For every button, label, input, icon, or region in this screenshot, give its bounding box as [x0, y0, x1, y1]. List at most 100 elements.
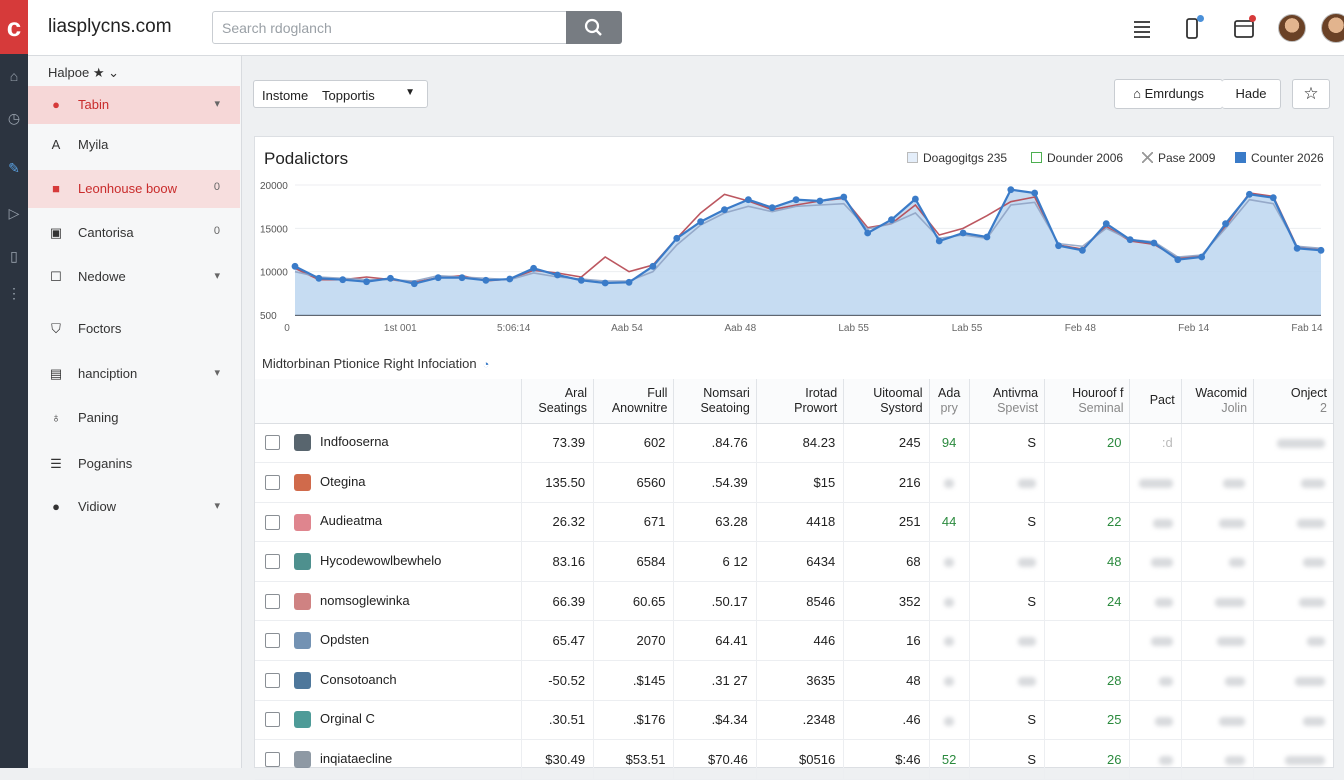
legend-item-0[interactable]: Doagogitgs 235 [907, 151, 1007, 165]
data-point[interactable] [410, 280, 418, 288]
table-row[interactable]: Otegina 135.50 6560 .54.39 $15 216 [255, 462, 1333, 503]
favorite-button[interactable]: ☆ [1292, 79, 1330, 109]
data-point[interactable] [888, 216, 895, 224]
table-row[interactable]: Indfooserna 73.39 602 .84.76 84.23 245 94 S 20:d [255, 423, 1333, 464]
more-rail-icon[interactable]: ⋮ [0, 285, 28, 302]
sidebar-item-3[interactable]: ▣ Cantorisa 0 [28, 214, 240, 252]
row-checkbox[interactable] [265, 712, 280, 728]
sidebar-item-8[interactable]: ☰ Poganins [28, 445, 240, 483]
data-point[interactable] [1126, 236, 1134, 244]
column-header-5[interactable]: Uitoomal Systord [843, 379, 930, 424]
row-name[interactable]: nomsoglewinka [320, 593, 410, 608]
data-point[interactable] [721, 206, 728, 214]
data-point[interactable] [1246, 190, 1253, 198]
table-row[interactable]: Consotoanch -50.52 .$145 .31 27 3635 48 28 [255, 660, 1333, 701]
data-point[interactable] [482, 276, 490, 284]
data-point[interactable] [1174, 256, 1182, 264]
column-header-7[interactable]: Antivma Spevist [968, 379, 1045, 424]
hade-button[interactable]: Hade [1222, 79, 1281, 109]
row-name[interactable]: Indfooserna [320, 434, 389, 449]
legend-item-3[interactable]: Counter 2026 [1235, 151, 1324, 165]
home-rail-icon[interactable]: ⌂ [0, 68, 28, 84]
column-header-1[interactable]: Aral Seatings [520, 379, 594, 424]
data-point[interactable] [530, 264, 538, 272]
app-logo[interactable]: c [0, 0, 28, 54]
row-name[interactable]: Opdsten [320, 632, 369, 647]
file-rail-icon[interactable]: ▯ [0, 248, 28, 265]
row-checkbox[interactable] [265, 554, 280, 570]
row-name[interactable]: inqiataecline [320, 751, 392, 766]
clock-rail-icon[interactable]: ◷ [0, 110, 28, 127]
data-point[interactable] [840, 193, 848, 201]
data-point[interactable] [768, 204, 776, 212]
search-input[interactable] [213, 12, 565, 43]
data-point[interactable] [363, 278, 370, 286]
data-point[interactable] [1222, 220, 1229, 228]
data-point[interactable] [959, 229, 967, 237]
table-row[interactable]: Opdsten 65.47 2070 64.41 446 16 [255, 620, 1333, 662]
sidebar-item-5[interactable]: ⛉ Foctors [28, 310, 240, 348]
column-header-11[interactable]: Onject 2 [1253, 379, 1333, 424]
sidebar-item-4[interactable]: ☐ Nedowe ▾ [28, 258, 240, 296]
data-point[interactable] [387, 274, 394, 282]
row-checkbox[interactable] [265, 752, 280, 768]
column-header-4[interactable]: Irotad Prowort [755, 379, 844, 424]
data-point[interactable] [792, 196, 800, 204]
table-row[interactable]: Hycodewowlbewhelo 83.16 6584 6 12 6434 68 48 [255, 541, 1333, 582]
data-point[interactable] [1031, 189, 1039, 197]
data-point[interactable] [649, 262, 657, 270]
row-checkbox[interactable] [265, 672, 280, 688]
data-point[interactable] [816, 197, 824, 205]
data-point[interactable] [625, 278, 633, 286]
data-point[interactable] [1150, 239, 1158, 247]
data-point[interactable] [1055, 242, 1062, 250]
data-point[interactable] [1317, 246, 1325, 254]
info-icon[interactable]: ◔ [483, 359, 490, 371]
column-header-6[interactable]: Ada pry [928, 379, 970, 424]
legend-item-2[interactable]: Pase 2009 [1142, 151, 1215, 165]
data-point[interactable] [1102, 220, 1110, 228]
table-row[interactable]: nomsoglewinka 66.39 60.65 .50.17 8546 352 S 24 [255, 581, 1333, 622]
user-avatar[interactable] [1278, 14, 1306, 42]
data-point[interactable] [983, 233, 991, 241]
sidebar-item-2[interactable]: ■ Leonhouse boow 0 [28, 170, 240, 208]
data-point[interactable] [434, 274, 442, 282]
sidebar-item-1[interactable]: A Myila [28, 126, 240, 164]
row-name[interactable]: Audieatma [320, 513, 382, 528]
sidebar-item-6[interactable]: ▤ hanciption ▾ [28, 355, 240, 393]
data-point[interactable] [554, 271, 561, 279]
row-checkbox[interactable] [265, 593, 280, 609]
row-checkbox[interactable] [265, 435, 280, 451]
data-point[interactable] [577, 276, 585, 284]
data-point[interactable] [911, 195, 919, 203]
column-header-10[interactable]: Wacomid Jolin [1180, 379, 1254, 424]
data-point[interactable] [339, 276, 347, 284]
brand-name[interactable]: liasplycns.com [48, 16, 172, 38]
legend-item-1[interactable]: Dounder 2006 [1031, 151, 1123, 165]
data-point[interactable] [315, 274, 323, 282]
data-point[interactable] [935, 237, 943, 245]
data-point[interactable] [601, 279, 609, 287]
data-point[interactable] [506, 275, 514, 283]
segment-a[interactable]: Instome [262, 88, 308, 103]
data-point[interactable] [1198, 253, 1206, 261]
data-point[interactable] [744, 196, 752, 204]
segment-b[interactable]: Topportis [322, 88, 375, 103]
data-point[interactable] [458, 274, 466, 282]
column-header-9[interactable]: Pact [1129, 379, 1182, 424]
data-point[interactable] [697, 218, 705, 226]
data-point[interactable] [1007, 186, 1015, 194]
calendar-icon[interactable] [1230, 14, 1258, 42]
column-header-8[interactable]: Houroof f Seminal [1044, 379, 1130, 424]
table-row[interactable]: Orginal C .30.51 .$176 .$4.34 .2348 .46 S 25 [255, 700, 1333, 741]
sidebar-item-0[interactable]: ● Tabin ▾ [28, 86, 240, 124]
view-selector[interactable]: Instome Topportis ▼ [253, 80, 428, 108]
sidebar-header[interactable]: Halpoe ★ ⌄ [48, 65, 119, 81]
search-button[interactable] [566, 11, 622, 44]
row-checkbox[interactable] [265, 633, 280, 649]
phone-icon[interactable] [1178, 14, 1206, 42]
data-point[interactable] [673, 234, 681, 242]
chevron-down-icon[interactable]: ▼ [405, 87, 415, 98]
column-header-2[interactable]: Full Anownitre [593, 379, 674, 424]
row-name[interactable]: Hycodewowlbewhelo [320, 553, 441, 568]
